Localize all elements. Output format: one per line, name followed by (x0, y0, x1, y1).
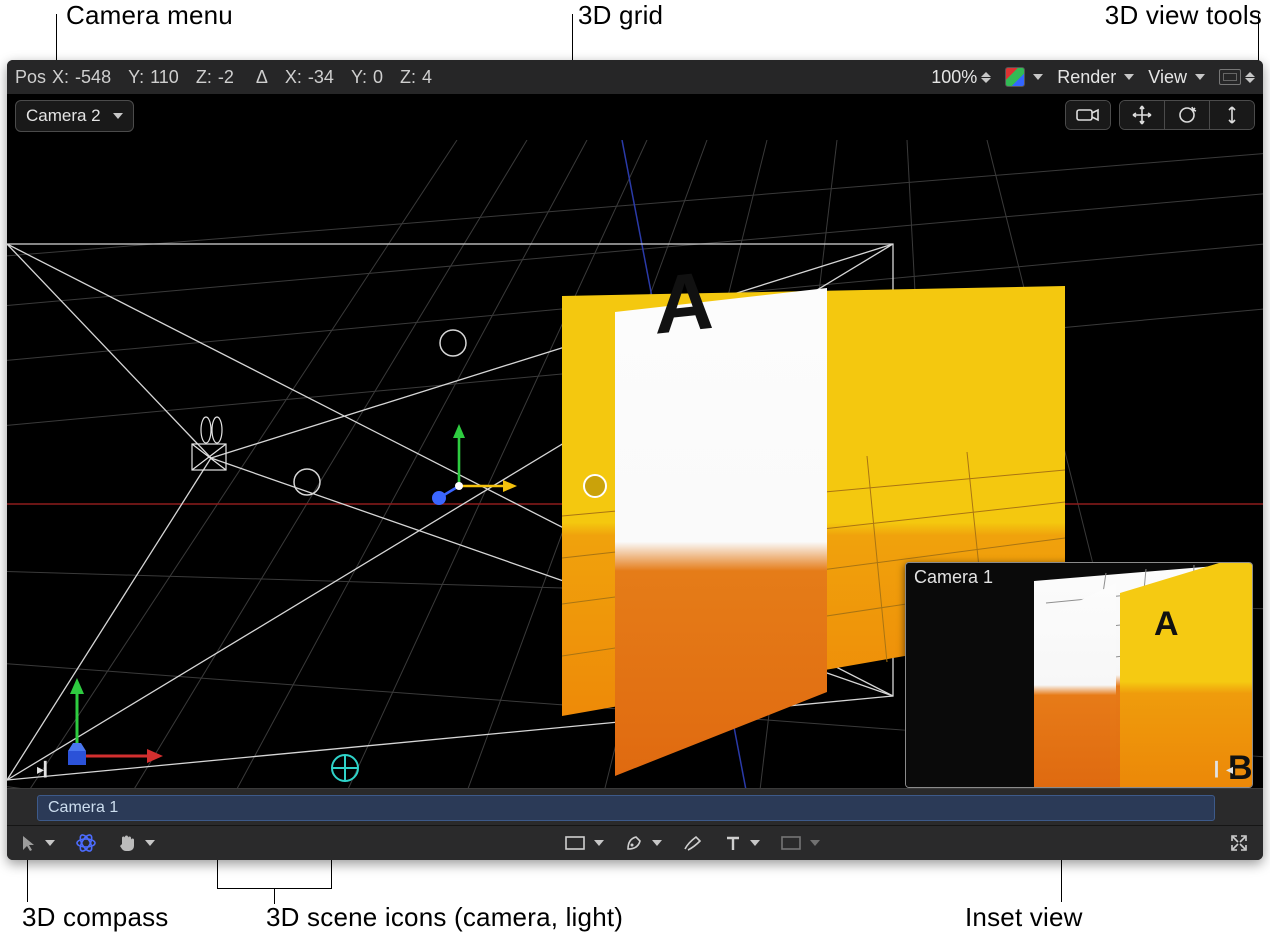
pen-icon (624, 833, 644, 853)
transform-3d-tool[interactable] (75, 832, 97, 854)
timeline-area[interactable]: ▸▎ ▎◂ Camera 1 (7, 788, 1263, 826)
chevron-down-icon (113, 113, 123, 119)
inset-letter-a: A (1154, 605, 1179, 643)
playhead-start-icon[interactable]: ▸▎ (37, 761, 55, 778)
callout-line (274, 888, 275, 904)
shape-icon (780, 835, 802, 851)
chevron-down-icon (1195, 74, 1205, 80)
layout-icon (1219, 69, 1241, 85)
inset-camera-label: Camera 1 (914, 567, 993, 588)
rect-mask-icon (564, 835, 586, 851)
zoom-dropdown[interactable]: 100% (931, 67, 991, 88)
color-channel-dropdown[interactable] (1005, 67, 1043, 87)
render-dropdown[interactable]: Render (1057, 67, 1134, 88)
pos-y-label: Y: (128, 67, 144, 88)
delta-x-label: X: (285, 67, 302, 88)
pan-button[interactable] (1120, 101, 1164, 129)
chevron-down-icon (1033, 74, 1043, 80)
delta-x-value: -34 (308, 67, 334, 88)
expand-icon (1229, 833, 1249, 853)
delta-y-value: 0 (373, 67, 383, 88)
callout-inset: Inset view (965, 902, 1083, 933)
zoom-value: 100% (931, 67, 977, 88)
pan-hand-tool[interactable] (117, 833, 155, 853)
view-label: View (1148, 67, 1187, 88)
pos-z-label: Z: (196, 67, 212, 88)
select-tool[interactable] (21, 834, 55, 852)
hand-icon (117, 833, 137, 853)
inset-view[interactable]: Camera 1 (905, 562, 1253, 788)
transform3d-icon (75, 832, 97, 854)
callout-grid: 3D grid (578, 0, 663, 31)
chevron-down-icon (652, 840, 662, 846)
chevron-down-icon (750, 840, 760, 846)
scene-letter-a: A (655, 255, 714, 352)
delta-y-label: Y: (351, 67, 367, 88)
layout-dropdown[interactable] (1219, 69, 1255, 85)
camera-menu[interactable]: Camera 2 (15, 100, 134, 132)
delta-label: Δ (256, 67, 268, 88)
fullscreen-button[interactable] (1229, 833, 1249, 853)
pan-icon (1131, 104, 1153, 126)
timeline-clip[interactable]: Camera 1 (37, 795, 1215, 821)
callout-compass: 3D compass (22, 902, 169, 933)
pos-z-value: -2 (218, 67, 234, 88)
dolly-icon (1221, 104, 1243, 126)
chevron-down-icon (594, 840, 604, 846)
chevron-down-icon (45, 840, 55, 846)
timeline-clip-label: Camera 1 (48, 799, 118, 817)
delta-z-value: 4 (422, 67, 432, 88)
mask-tool[interactable] (564, 835, 604, 851)
view-dropdown[interactable]: View (1148, 67, 1205, 88)
pos-x-value: -548 (75, 67, 111, 88)
delta-z-label: Z: (400, 67, 416, 88)
text-tool[interactable] (724, 834, 760, 852)
paint-tool[interactable] (682, 833, 704, 853)
brush-icon (682, 833, 704, 853)
view-tools-3d (1065, 100, 1255, 130)
chevron-down-icon (145, 840, 155, 846)
pos-y-value: 110 (150, 67, 179, 88)
callout-camera-menu: Camera menu (66, 0, 233, 31)
render-label: Render (1057, 67, 1116, 88)
camera-menu-value: Camera 2 (26, 106, 101, 126)
callout-view-tools: 3D view tools (1105, 0, 1262, 31)
callout-scene-icons: 3D scene icons (camera, light) (266, 902, 623, 933)
chevron-down-icon (810, 840, 820, 846)
chevron-down-icon (1124, 74, 1134, 80)
pos-label: Pos (15, 67, 46, 88)
text-icon (724, 834, 742, 852)
status-bar: Pos X: -548 Y: 110 Z: -2 Δ X: -34 Y: 0 Z… (7, 60, 1263, 94)
canvas-toolbar (7, 826, 1263, 860)
dolly-button[interactable] (1209, 101, 1254, 129)
updown-icon (981, 72, 991, 82)
updown-icon (1245, 72, 1255, 82)
orbit-icon (1176, 104, 1198, 126)
canvas-top-bar: Camera 2 (7, 94, 1263, 140)
orbit-button[interactable] (1164, 101, 1209, 129)
frame-camera-button[interactable] (1066, 101, 1110, 129)
playhead-end-icon[interactable]: ▎◂ (1215, 761, 1233, 778)
shape-tool[interactable] (780, 835, 820, 851)
camera-icon (1075, 106, 1101, 124)
pos-x-label: X: (52, 67, 69, 88)
arrow-tool-icon (21, 834, 37, 852)
color-swatch-icon (1005, 67, 1025, 87)
viewer-window: Pos X: -548 Y: 110 Z: -2 Δ X: -34 Y: 0 Z… (7, 60, 1263, 860)
pen-tool[interactable] (624, 833, 662, 853)
